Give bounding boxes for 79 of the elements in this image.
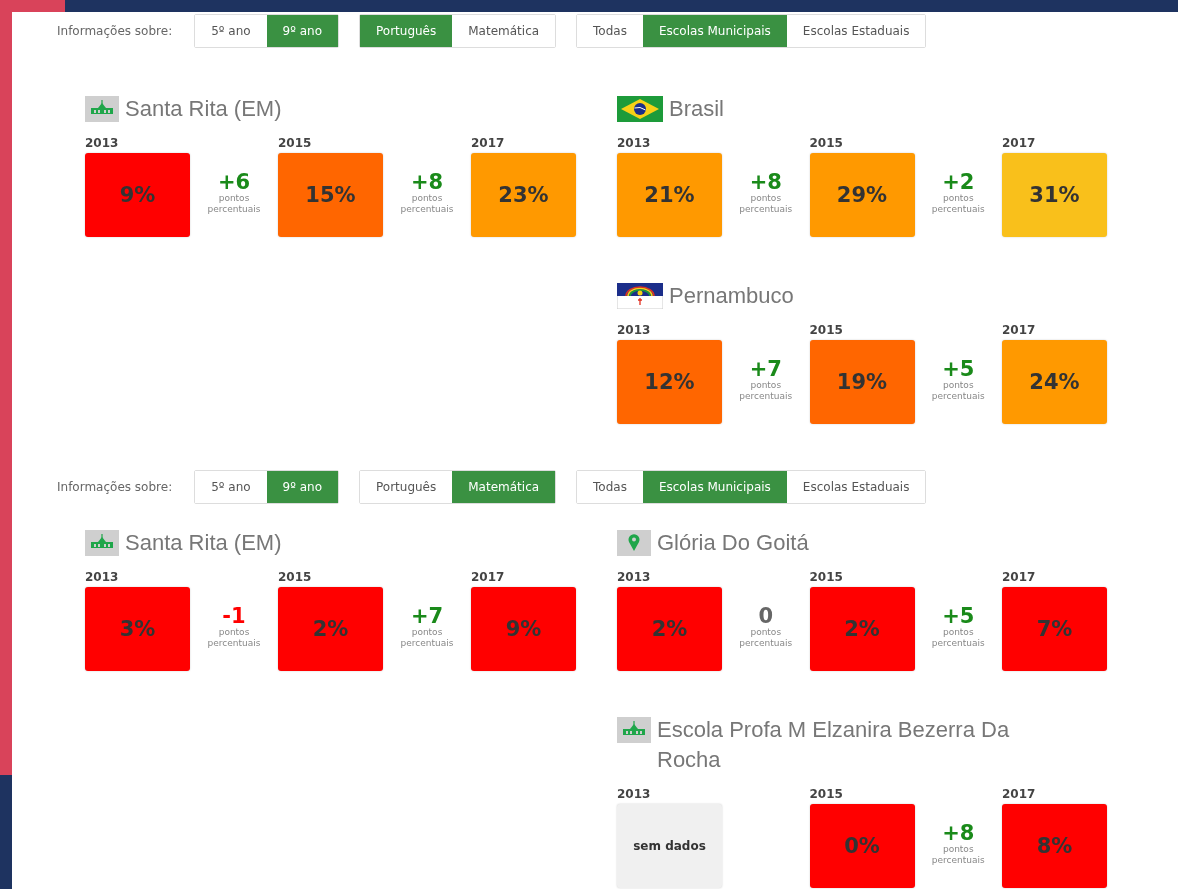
year-label: 2015: [809, 570, 844, 585]
filter-tab[interactable]: Escolas Municipais: [642, 15, 787, 47]
school-icon: [85, 94, 119, 122]
change-value: +2: [942, 170, 975, 193]
score-tile: 2%: [617, 587, 722, 671]
change-value: +7: [749, 357, 782, 380]
score-tile: 9%: [85, 153, 190, 237]
entity-title: Escola Profa M Elzanira Bezerra Da Rocha: [657, 716, 1011, 774]
change-value: +6: [217, 170, 251, 193]
change-value: 0: [758, 604, 774, 627]
change-value: +5: [942, 604, 975, 627]
year-label: 2017: [1002, 570, 1037, 585]
change-unit: pontos percentuais: [930, 192, 986, 215]
score-tile: 9%: [471, 587, 576, 671]
change-unit: pontos percentuais: [738, 192, 794, 215]
score-tile: 7%: [1002, 587, 1107, 671]
change-value: -1: [222, 604, 246, 627]
score-tile: 2%: [809, 587, 915, 671]
year-label: 2013: [85, 570, 120, 585]
entity-title: Brasil: [669, 95, 724, 123]
change-unit: pontos percentuais: [738, 626, 794, 649]
score-tile: 29%: [809, 153, 915, 237]
score-tile: 15%: [278, 153, 383, 237]
year-label: 2017: [471, 570, 506, 585]
score-tile: 24%: [1002, 340, 1107, 424]
change-unit: pontos percentuais: [930, 626, 986, 649]
flag-icon: [617, 281, 663, 309]
year-label: 2017: [1002, 323, 1037, 338]
entity-title: Santa Rita (EM): [125, 95, 282, 123]
change-unit: pontos percentuais: [738, 379, 794, 402]
school-icon: [617, 715, 651, 743]
score-tile: 3%: [85, 587, 190, 671]
entity-title: Santa Rita (EM): [125, 529, 282, 557]
score-tile: 12%: [617, 340, 722, 424]
change-unit: pontos percentuais: [206, 192, 262, 215]
year-label: 2015: [278, 136, 313, 151]
year-label: 2013: [617, 136, 652, 151]
filter-tab[interactable]: 9º ano: [266, 471, 338, 503]
score-tile: 23%: [471, 153, 576, 237]
filter-label: Informações sobre:: [57, 24, 173, 38]
score-tile: sem dados: [617, 804, 722, 888]
filter-label: Informações sobre:: [57, 480, 173, 494]
map-pin-icon: [617, 528, 651, 556]
change-value: +7: [410, 604, 444, 627]
change-unit: pontos percentuais: [399, 192, 455, 215]
year-label: 2017: [471, 136, 506, 151]
filter-tab[interactable]: Matemática: [452, 471, 556, 503]
score-tile: 19%: [809, 340, 915, 424]
change-unit: pontos percentuais: [930, 843, 986, 866]
entity-title: Glória Do Goitá: [657, 529, 809, 557]
score-tile: 8%: [1002, 804, 1107, 888]
year-label: 2015: [278, 570, 313, 585]
change-unit: pontos percentuais: [399, 626, 455, 649]
year-label: 2015: [809, 323, 844, 338]
year-label: 2017: [1002, 787, 1037, 802]
year-label: 2013: [85, 136, 120, 151]
year-label: 2017: [1002, 136, 1037, 151]
score-tile: 2%: [278, 587, 383, 671]
change-unit: pontos percentuais: [930, 379, 986, 402]
change-unit: pontos percentuais: [206, 626, 262, 649]
filter-tab[interactable]: Português: [360, 15, 453, 47]
flag-icon: [617, 94, 663, 122]
frame-border: [0, 0, 65, 12]
score-tile: 31%: [1002, 153, 1107, 237]
year-label: 2013: [617, 787, 652, 802]
entity-title: Pernambuco: [669, 282, 794, 310]
change-value: +8: [410, 170, 444, 193]
score-tile: 0%: [809, 804, 915, 888]
year-label: 2013: [617, 570, 652, 585]
year-label: 2015: [809, 136, 844, 151]
year-label: 2013: [617, 323, 652, 338]
year-label: 2015: [809, 787, 844, 802]
change-value: +8: [749, 170, 782, 193]
school-icon: [85, 528, 119, 556]
filter-tab[interactable]: 9º ano: [266, 15, 338, 47]
change-value: +5: [942, 357, 975, 380]
filter-tab[interactable]: Escolas Municipais: [642, 471, 787, 503]
score-tile: 21%: [617, 153, 722, 237]
change-value: +8: [942, 821, 975, 844]
